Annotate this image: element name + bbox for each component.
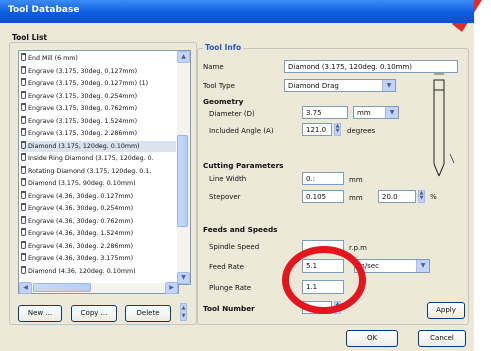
percent-sign: % (430, 193, 437, 201)
stepover-unit: mm (349, 194, 363, 202)
list-item[interactable]: End Mill (6 mm) (21, 53, 176, 64)
spindle-speed-label: Spindle Speed (209, 243, 260, 251)
list-item[interactable]: Engrave (3.175, 30deg. 0.254mm) (21, 90, 176, 102)
stepover-input[interactable]: 0.105 (302, 190, 344, 203)
list-item[interactable]: Engrave (4.36, 30deg. 0.127mm) (21, 190, 176, 202)
scroll-up-icon[interactable]: ▲ (177, 51, 190, 63)
list-item[interactable]: Engrave (3.175, 30deg. 0.127mm) (21, 65, 176, 77)
tool-icon (21, 53, 26, 61)
angle-spinner-icon[interactable]: ▲ ▼ (334, 123, 341, 136)
tool-icon (21, 253, 26, 261)
list-item[interactable]: Engrave (3.175, 30deg. 1.524mm) (21, 115, 176, 127)
diameter-unit-select[interactable]: mm ▼ (353, 106, 399, 119)
tool-icon (21, 90, 26, 99)
window-title: Tool Database (8, 5, 80, 15)
list-item[interactable]: Engrave (3.175, 30deg. 2.286mm) (21, 128, 176, 139)
tool-geometry-diagram (433, 73, 455, 177)
tool-icon (21, 140, 26, 149)
copy-tool-button[interactable]: Copy ... (71, 305, 117, 322)
tool-icon (21, 240, 26, 249)
tool-icon (21, 78, 26, 86)
tool-icon (21, 65, 26, 74)
tool-number-label: Tool Number (203, 304, 255, 313)
ok-button[interactable]: OK (346, 330, 398, 347)
included-angle-input[interactable]: 121.0 (302, 123, 332, 136)
geometry-label: Geometry (203, 97, 244, 106)
angle-unit-label: degrees (347, 127, 376, 135)
chevron-down-icon: ▼ (382, 80, 395, 91)
spindle-speed-unit: r.p.m (349, 244, 367, 252)
tool-icon (21, 115, 26, 124)
page-margin (474, 0, 491, 351)
tool-icon (21, 265, 26, 274)
list-vertical-scrollbar[interactable]: ▲ ▼ (177, 50, 191, 285)
reorder-spinner-icon[interactable]: ▲ ▼ (180, 303, 187, 321)
tool-icon (21, 215, 26, 224)
tool-icon (21, 128, 26, 136)
tool-list[interactable]: End Mill (6 mm) Engrave (3.175, 30deg. 0… (18, 50, 179, 285)
list-item[interactable]: Engrave (3.175, 30deg. 0.127mm) (1) (21, 78, 176, 89)
stepover-percent-input[interactable]: 20.0 (378, 190, 416, 203)
stepover-label: Stepover (209, 193, 241, 201)
cutting-parameters-label: Cutting Parameters (203, 161, 284, 170)
tool-icon (21, 203, 26, 211)
new-tool-button[interactable]: New ... (18, 305, 62, 322)
list-item[interactable]: Diamond (3.175, 90deg. 0.10mm) (21, 178, 176, 189)
list-item[interactable]: Engrave (3.175, 30deg. 0.762mm) (21, 103, 176, 114)
feeds-speeds-label: Feeds and Speeds (203, 225, 278, 234)
scroll-thumb-horizontal[interactable] (33, 283, 91, 292)
list-item[interactable]: Inside Ring Diamond (3.175, 120deg. 0. (21, 153, 176, 164)
list-item-selected[interactable]: Diamond (3.175, 120deg. 0.10mm) (21, 140, 176, 152)
tool-icon (21, 103, 26, 111)
diameter-label: Diameter (D) (209, 110, 255, 118)
tool-icon (21, 165, 26, 174)
tool-icon (21, 228, 26, 236)
list-item[interactable]: Engrave (4.36, 30deg. 0.762mm) (21, 215, 176, 227)
plunge-rate-label: Plunge Rate (209, 284, 252, 292)
list-item[interactable]: Engrave (4.36, 30deg. 2.286mm) (21, 240, 176, 252)
list-item[interactable]: Rotating Diamond (3.175, 120deg. 0.1. (21, 165, 176, 177)
diameter-input[interactable]: 3.75 (302, 106, 348, 119)
scroll-left-icon[interactable]: ◀ (19, 282, 32, 294)
tool-info-label: Tool Info (203, 43, 244, 52)
tool-type-select[interactable]: Diamond Drag ▼ (284, 79, 396, 92)
feed-rate-unit-select[interactable]: m/sec ▼ (354, 259, 430, 273)
list-item[interactable]: Engrave (4.36, 30deg. 0.254mm) (21, 203, 176, 214)
highlight-circle-annotation (282, 246, 366, 314)
list-item[interactable]: Engrave (4.36, 30deg. 1.524mm) (21, 228, 176, 239)
chevron-down-icon: ▼ (416, 260, 429, 272)
scroll-thumb[interactable] (177, 135, 188, 227)
list-horizontal-scrollbar[interactable]: ◀ ▶ (18, 282, 179, 294)
name-label: Name (203, 63, 224, 71)
line-width-label: Line Width (209, 175, 247, 183)
apply-button[interactable]: Apply (427, 302, 465, 319)
tool-icon (21, 178, 26, 186)
tool-icon (21, 190, 26, 199)
tool-icon (21, 153, 26, 161)
cancel-button[interactable]: Cancel (418, 330, 466, 347)
line-width-input[interactable]: 0.: (302, 172, 344, 185)
included-angle-label: Included Angle (A) (209, 127, 274, 135)
chevron-down-icon: ▼ (385, 107, 398, 118)
scroll-right-icon[interactable]: ▶ (165, 282, 178, 294)
tool-list-label: Tool List (12, 33, 48, 42)
delete-tool-button[interactable]: Delete (125, 305, 171, 322)
list-item[interactable]: Diamond (4.36, 120deg. 0.10mm) (21, 265, 176, 277)
feed-rate-label: Feed Rate (209, 263, 244, 271)
tool-type-label: Tool Type (203, 82, 235, 90)
stepover-spinner-icon[interactable]: ▲ ▼ (418, 190, 425, 203)
list-item[interactable]: Engrave (4.36, 30deg. 3.175mm) (21, 253, 176, 264)
line-width-unit: mm (349, 176, 363, 184)
